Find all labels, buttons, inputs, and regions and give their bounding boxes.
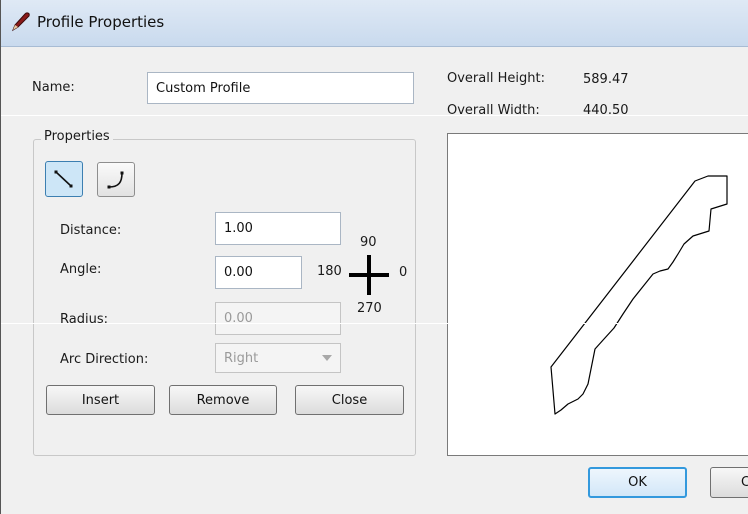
- arc-direction-value: Right: [224, 350, 259, 366]
- insert-button[interactable]: Insert: [46, 385, 155, 415]
- properties-group-title: Properties: [41, 129, 113, 144]
- window-title: Profile Properties: [37, 13, 165, 31]
- capture-seam-top: [1, 115, 748, 116]
- remove-button[interactable]: Remove: [169, 385, 277, 415]
- overall-height-label: Overall Height:: [447, 71, 545, 86]
- name-label: Name:: [32, 80, 75, 95]
- angle-input[interactable]: [215, 256, 302, 289]
- compass-270-label: 270: [357, 301, 382, 316]
- compass-180-label: 180: [317, 264, 342, 279]
- profile-properties-dialog: Profile Properties Name: Overall Height:…: [0, 0, 748, 514]
- line-segment-icon: [54, 170, 73, 188]
- capture-seam-bottom: [1, 323, 748, 324]
- radius-label: Radius:: [60, 312, 108, 327]
- profile-brush-icon: [11, 12, 30, 32]
- cancel-button[interactable]: C: [710, 467, 748, 498]
- arc-direction-label: Arc Direction:: [60, 352, 149, 367]
- angle-label: Angle:: [60, 262, 102, 277]
- distance-input[interactable]: [215, 212, 341, 245]
- ok-button[interactable]: OK: [588, 467, 687, 498]
- overall-height-value: 589.47: [583, 72, 629, 87]
- distance-label: Distance:: [60, 223, 122, 238]
- profile-shape: [550, 175, 728, 415]
- arc-segment-icon: [107, 171, 124, 188]
- radius-input[interactable]: [215, 302, 341, 335]
- chevron-down-icon: [322, 355, 332, 361]
- angle-compass-icon: [349, 255, 389, 295]
- compass-0-label: 0: [399, 265, 408, 280]
- arc-tool-button[interactable]: [97, 162, 135, 197]
- title-bar: Profile Properties: [1, 0, 748, 47]
- line-tool-button[interactable]: [45, 161, 83, 197]
- profile-preview: [447, 133, 748, 456]
- close-button[interactable]: Close: [295, 385, 404, 415]
- arc-direction-select[interactable]: Right: [215, 343, 341, 373]
- compass-90-label: 90: [360, 235, 377, 250]
- name-input[interactable]: [147, 72, 414, 104]
